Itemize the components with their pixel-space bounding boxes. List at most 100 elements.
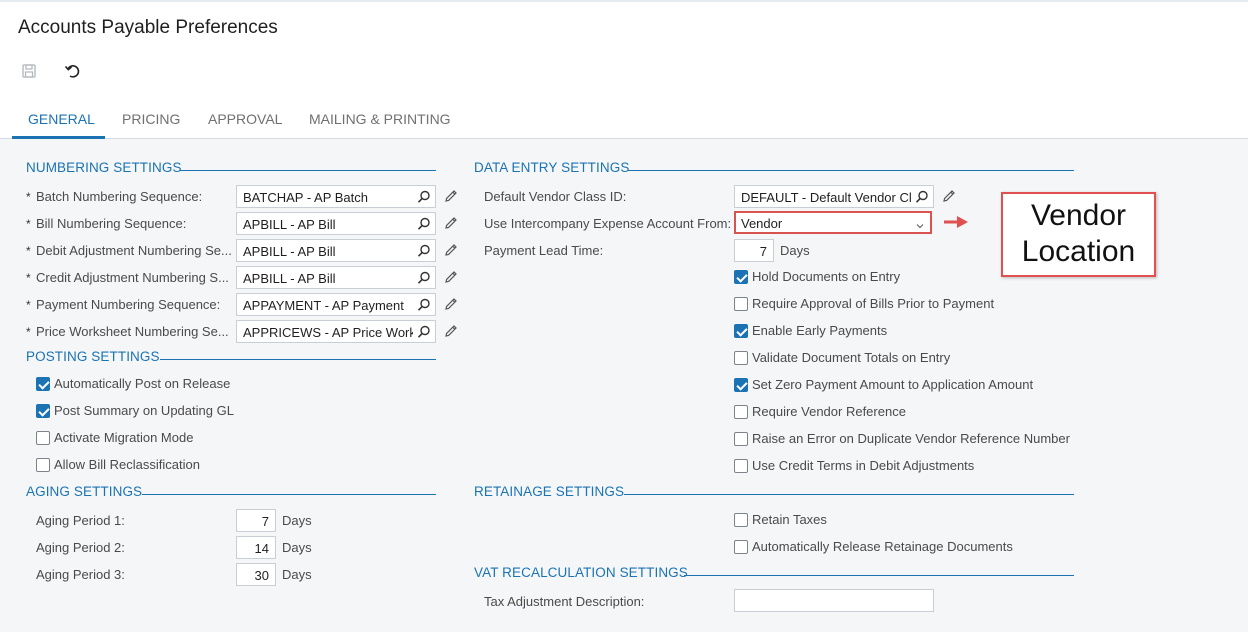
payment-lead-time-input[interactable]: 7 (734, 239, 774, 262)
search-icon[interactable] (416, 297, 432, 313)
posting-option-checkbox[interactable] (36, 458, 50, 472)
data-entry-settings-header: DATA ENTRY SETTINGS (474, 160, 630, 175)
numbering-sequence-value: BATCHAP - AP Batch (243, 190, 368, 205)
aging-period-input[interactable]: 7 (236, 509, 276, 532)
numbering-label: Credit Adjustment Numbering S... (36, 270, 229, 285)
aging-settings-header: AGING SETTINGS (26, 484, 143, 499)
undo-icon (64, 65, 80, 78)
data-entry-option-label: Raise an Error on Duplicate Vendor Refer… (752, 431, 1070, 446)
numbering-sequence-field[interactable]: APBILL - AP Bill (236, 266, 436, 289)
intercompany-expense-value: Vendor (741, 216, 783, 231)
required-marker: * (26, 244, 31, 258)
required-marker: * (26, 298, 31, 312)
page-title: Accounts Payable Preferences (18, 17, 278, 38)
numbering-sequence-value: APPRICEWS - AP Price Works (243, 325, 413, 340)
search-icon[interactable] (416, 270, 432, 286)
tax-adjustment-description-input[interactable] (734, 589, 934, 612)
data-entry-option-checkbox[interactable] (734, 270, 748, 284)
search-icon[interactable] (416, 243, 432, 259)
tab-bar: GENERAL PRICING APPROVAL MAILING & PRINT… (0, 100, 1248, 139)
required-marker: * (26, 217, 31, 231)
aging-period-label: Aging Period 2: (36, 540, 125, 555)
callout-line-1: Vendor (1030, 199, 1127, 232)
save-button[interactable] (18, 60, 40, 82)
aging-period-label: Aging Period 3: (36, 567, 125, 582)
payment-lead-time-label: Payment Lead Time: (484, 243, 604, 258)
retainage-option-label: Automatically Release Retainage Document… (752, 539, 1013, 554)
tab-pricing[interactable]: PRICING (122, 111, 180, 127)
tab-mailing-printing[interactable]: MAILING & PRINTING (309, 111, 451, 127)
data-entry-option-checkbox[interactable] (734, 459, 748, 473)
retainage-option-checkbox[interactable] (734, 513, 748, 527)
section-divider (160, 359, 436, 360)
pencil-icon[interactable] (443, 215, 459, 231)
search-icon[interactable] (416, 324, 432, 340)
pencil-icon[interactable] (443, 323, 459, 339)
aging-period-unit: Days (282, 540, 312, 555)
posting-option-label: Allow Bill Reclassification (54, 457, 200, 472)
default-vendor-class-field[interactable]: DEFAULT - Default Vendor Cl (734, 185, 934, 208)
pencil-icon[interactable] (443, 296, 459, 312)
pencil-icon[interactable] (443, 242, 459, 258)
numbering-sequence-field[interactable]: BATCHAP - AP Batch (236, 185, 436, 208)
tab-approval[interactable]: APPROVAL (208, 111, 282, 127)
data-entry-option-label: Require Approval of Bills Prior to Payme… (752, 296, 995, 311)
numbering-sequence-field[interactable]: APPRICEWS - AP Price Works (236, 320, 436, 343)
numbering-sequence-field[interactable]: APBILL - AP Bill (236, 212, 436, 235)
tab-general[interactable]: GENERAL (28, 111, 95, 127)
data-entry-option-label: Hold Documents on Entry (752, 269, 901, 284)
data-entry-option-label: Require Vendor Reference (752, 404, 906, 419)
data-entry-option-checkbox[interactable] (734, 378, 748, 392)
numbering-label: Bill Numbering Sequence: (36, 216, 187, 231)
default-vendor-class-value: DEFAULT - Default Vendor Cl (741, 190, 911, 205)
posting-settings-header: POSTING SETTINGS (26, 349, 160, 364)
search-icon[interactable] (914, 189, 930, 205)
intercompany-expense-select[interactable]: Vendor (734, 211, 932, 234)
numbering-sequence-field[interactable]: APBILL - AP Bill (236, 239, 436, 262)
numbering-sequence-value: APPAYMENT - AP Payment (243, 298, 404, 313)
search-icon[interactable] (416, 189, 432, 205)
posting-option-label: Activate Migration Mode (54, 430, 194, 445)
numbering-label: Batch Numbering Sequence: (36, 189, 203, 204)
posting-option-checkbox[interactable] (36, 377, 50, 391)
pencil-icon[interactable] (443, 269, 459, 285)
numbering-sequence-field[interactable]: APPAYMENT - AP Payment (236, 293, 436, 316)
default-vendor-class-label: Default Vendor Class ID: (484, 189, 627, 204)
undo-button[interactable] (62, 60, 84, 82)
section-divider (142, 494, 436, 495)
data-entry-option-checkbox[interactable] (734, 405, 748, 419)
required-marker: * (26, 271, 31, 285)
data-entry-option-checkbox[interactable] (734, 351, 748, 365)
annotation-arrow-icon (944, 216, 968, 228)
search-icon[interactable] (416, 216, 432, 232)
section-divider (684, 575, 1074, 576)
posting-option-checkbox[interactable] (36, 404, 50, 418)
aging-period-input[interactable]: 30 (236, 563, 276, 586)
save-icon (22, 64, 36, 78)
posting-option-label: Post Summary on Updating GL (54, 403, 234, 418)
aging-period-label: Aging Period 1: (36, 513, 125, 528)
aging-period-unit: Days (282, 513, 312, 528)
data-entry-option-label: Set Zero Payment Amount to Application A… (752, 377, 1034, 392)
chevron-down-icon (915, 219, 925, 234)
vendor-location-callout: Vendor Location (1001, 192, 1156, 277)
data-entry-option-checkbox[interactable] (734, 432, 748, 446)
retainage-option-checkbox[interactable] (734, 540, 748, 554)
payment-lead-time-unit: Days (780, 243, 810, 258)
section-divider (180, 170, 436, 171)
callout-line-2: Location (1021, 235, 1136, 268)
pencil-icon[interactable] (941, 188, 957, 204)
posting-option-label: Automatically Post on Release (54, 376, 231, 391)
pencil-icon[interactable] (443, 188, 459, 204)
data-entry-option-label: Use Credit Terms in Debit Adjustments (752, 458, 975, 473)
numbering-settings-header: NUMBERING SETTINGS (26, 160, 182, 175)
posting-option-checkbox[interactable] (36, 431, 50, 445)
data-entry-option-checkbox[interactable] (734, 297, 748, 311)
tax-adjustment-description-label: Tax Adjustment Description: (484, 594, 645, 609)
data-entry-option-label: Enable Early Payments (752, 323, 888, 338)
data-entry-option-checkbox[interactable] (734, 324, 748, 338)
required-marker: * (26, 190, 31, 204)
data-entry-option-label: Validate Document Totals on Entry (752, 350, 951, 365)
aging-period-input[interactable]: 14 (236, 536, 276, 559)
retainage-settings-header: RETAINAGE SETTINGS (474, 484, 625, 499)
